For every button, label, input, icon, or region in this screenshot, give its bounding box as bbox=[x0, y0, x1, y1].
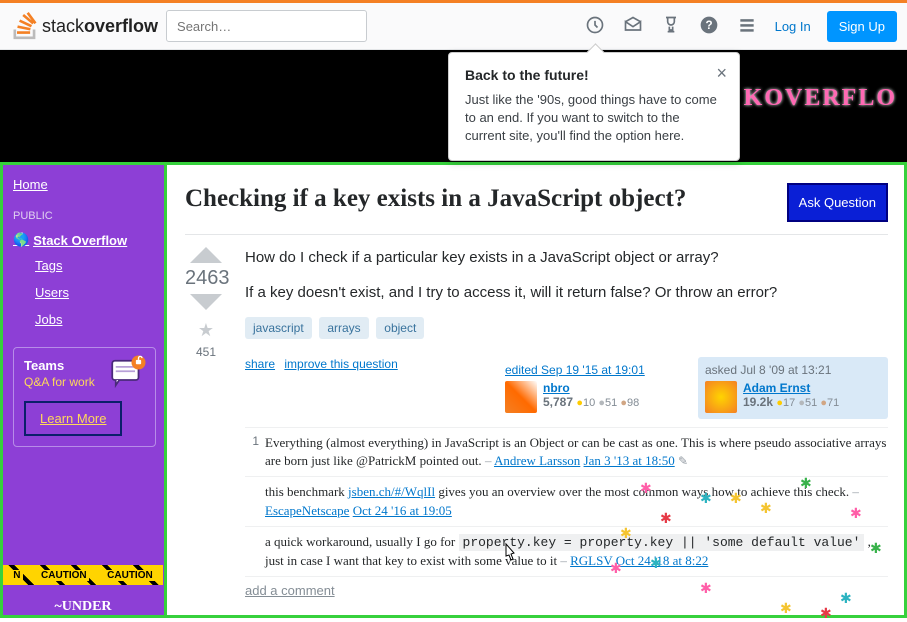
share-link[interactable]: share bbox=[245, 357, 275, 371]
achievements-icon[interactable] bbox=[661, 15, 681, 38]
comment-date[interactable]: Oct 24 '18 at 8:22 bbox=[616, 553, 709, 568]
comment-date[interactable]: Oct 24 '16 at 19:05 bbox=[353, 503, 452, 518]
tag[interactable]: javascript bbox=[245, 317, 312, 339]
help-icon[interactable]: ? bbox=[699, 15, 719, 38]
tag-list: javascript arrays object bbox=[245, 317, 888, 339]
comment-link[interactable]: jsben.ch/#/WqlIl bbox=[348, 484, 435, 499]
close-icon[interactable]: × bbox=[716, 63, 727, 84]
favorite-count: 451 bbox=[185, 345, 227, 359]
post-menu: share improve this question bbox=[245, 357, 404, 371]
signup-button[interactable]: Sign Up bbox=[827, 11, 897, 42]
menu-icon[interactable] bbox=[737, 15, 757, 38]
comment: a quick workaround, usually I go for pro… bbox=[245, 527, 888, 577]
badges: ●17 ●51 ●71 bbox=[776, 397, 839, 409]
downvote-button[interactable] bbox=[190, 294, 222, 310]
question-title: Checking if a key exists in a JavaScript… bbox=[185, 183, 686, 216]
recent-icon[interactable] bbox=[585, 15, 605, 38]
pencil-icon: ✎ bbox=[678, 454, 688, 468]
topbar-icons: ? bbox=[585, 15, 757, 38]
tag[interactable]: arrays bbox=[319, 317, 368, 339]
caution-tape: NCAUTIONCAUTION bbox=[3, 565, 163, 585]
favorite-button[interactable]: ★ bbox=[185, 320, 227, 341]
popover-title: Back to the future! bbox=[465, 67, 723, 83]
comment-score: 1 bbox=[245, 434, 265, 470]
editor-card: edited Sep 19 '15 at 19:01 nbro 5,787 ●1… bbox=[498, 357, 688, 419]
chat-icon bbox=[107, 352, 149, 394]
edited-timestamp[interactable]: edited Sep 19 '15 at 19:01 bbox=[505, 363, 681, 377]
popover-body: Just like the '90s, good things have to … bbox=[465, 91, 723, 146]
sidebar-section-public: PUBLIC bbox=[13, 210, 164, 222]
sidebar-item-users[interactable]: Users bbox=[35, 285, 164, 300]
globe-icon: 🌎 bbox=[13, 232, 29, 248]
reputation: 5,787 bbox=[543, 395, 573, 409]
comment-author[interactable]: RGLSV bbox=[570, 553, 612, 568]
under-construction: ~UNDER bbox=[3, 599, 163, 615]
comments-list: 1 Everything (almost everything) in Java… bbox=[245, 427, 888, 577]
search-box bbox=[166, 10, 367, 42]
comment-date[interactable]: Jan 3 '13 at 18:50 bbox=[584, 453, 675, 468]
svg-text:?: ? bbox=[705, 19, 712, 32]
reputation: 19.2k bbox=[743, 395, 773, 409]
sidebar-item-stackoverflow[interactable]: 🌎 Stack Overflow bbox=[13, 232, 164, 248]
sidebar-item-jobs[interactable]: Jobs bbox=[35, 312, 164, 327]
user-link[interactable]: Adam Ernst bbox=[743, 381, 810, 395]
comment-score bbox=[245, 533, 265, 570]
comment-author[interactable]: EscapeNetscape bbox=[265, 503, 349, 518]
ask-question-button[interactable]: Ask Question bbox=[787, 183, 888, 222]
search-input[interactable] bbox=[166, 10, 367, 42]
main-content: Checking if a key exists in a JavaScript… bbox=[167, 165, 904, 615]
owner-card: asked Jul 8 '09 at 13:21 Adam Ernst 19.2… bbox=[698, 357, 888, 419]
sidebar-item-tags[interactable]: Tags bbox=[35, 258, 164, 273]
comment: 1 Everything (almost everything) in Java… bbox=[245, 428, 888, 477]
avatar[interactable] bbox=[505, 381, 537, 413]
improve-link[interactable]: improve this question bbox=[284, 357, 397, 371]
comment-code: property.key = property.key || 'some def… bbox=[459, 534, 865, 551]
login-link[interactable]: Log In bbox=[775, 19, 811, 34]
vote-column: 2463 ★ 451 bbox=[185, 247, 227, 598]
add-comment-link[interactable]: add a comment bbox=[245, 583, 335, 598]
question-paragraph: How do I check if a particular key exist… bbox=[245, 247, 888, 268]
teams-promo: Teams Q&A for work Learn More bbox=[13, 347, 156, 447]
upvote-button[interactable] bbox=[190, 247, 222, 263]
comment-score bbox=[245, 483, 265, 519]
comment-author[interactable]: Andrew Larsson bbox=[494, 453, 580, 468]
back-to-future-popover: × Back to the future! Just like the '90s… bbox=[448, 52, 740, 161]
learn-more-button[interactable]: Learn More bbox=[24, 401, 122, 436]
left-sidebar: Home PUBLIC 🌎 Stack Overflow Tags Users … bbox=[3, 165, 167, 615]
badges: ●10 ●51 ●98 bbox=[576, 397, 639, 409]
comment: this benchmark jsben.ch/#/WqlIl gives yo… bbox=[245, 477, 888, 526]
stackoverflow-logo[interactable]: stackoverflow bbox=[10, 12, 158, 40]
sidebar-item-home[interactable]: Home bbox=[13, 177, 164, 192]
vote-score: 2463 bbox=[185, 267, 227, 290]
topbar: stackoverflow ? Log In Sign Up bbox=[0, 3, 907, 50]
question-paragraph: If a key doesn't exist, and I try to acc… bbox=[245, 282, 888, 303]
asked-timestamp: asked Jul 8 '09 at 13:21 bbox=[705, 363, 881, 377]
inbox-icon[interactable] bbox=[623, 15, 643, 38]
tag[interactable]: object bbox=[376, 317, 424, 339]
user-link[interactable]: nbro bbox=[543, 381, 570, 395]
avatar[interactable] bbox=[705, 381, 737, 413]
